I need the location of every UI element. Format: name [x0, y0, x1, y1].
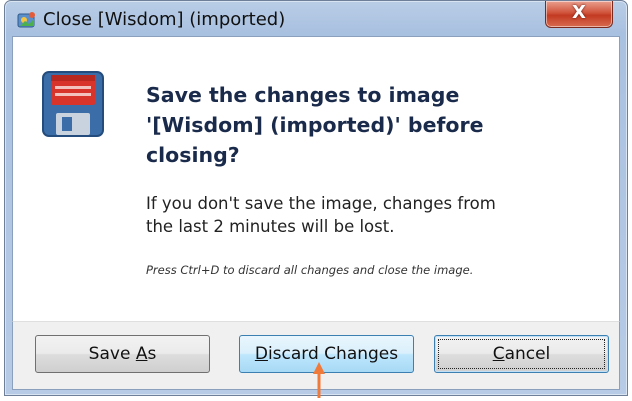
- headline-line: '[Wisdom] (imported)' before: [146, 113, 484, 137]
- discard-changes-button[interactable]: Discard Changes: [239, 335, 414, 373]
- floppy-disk-icon: [42, 71, 104, 137]
- button-label: Save: [88, 344, 136, 364]
- close-icon: X: [572, 2, 586, 23]
- cancel-button[interactable]: Cancel: [434, 335, 609, 373]
- message-line: the last 2 minutes will be lost.: [146, 217, 395, 236]
- button-label: iscard Changes: [267, 344, 399, 364]
- dialog-headline: Save the changes to image '[Wisdom] (imp…: [146, 80, 546, 170]
- window-title: Close [Wisdom] (imported): [43, 9, 286, 30]
- message-line: If you don't save the image, changes fro…: [146, 194, 496, 213]
- button-label: s: [147, 344, 157, 364]
- save-as-button[interactable]: Save As: [35, 335, 210, 373]
- title-bar[interactable]: Close [Wisdom] (imported) X: [5, 1, 627, 37]
- pointer-arrow-icon: [313, 362, 325, 398]
- headline-line: closing?: [146, 143, 240, 167]
- focus-rectangle: [438, 339, 605, 369]
- mnemonic: A: [135, 344, 148, 364]
- dialog-message: If you don't save the image, changes fro…: [146, 192, 586, 238]
- shortcut-hint: Press Ctrl+D to discard all changes and …: [146, 263, 474, 277]
- headline-line: Save the changes to image: [146, 83, 460, 107]
- dialog-window: Close [Wisdom] (imported) X Save the cha…: [4, 0, 628, 396]
- app-icon: [17, 12, 35, 28]
- close-window-button[interactable]: X: [545, 1, 613, 28]
- dialog-content: Save the changes to image '[Wisdom] (imp…: [12, 36, 620, 323]
- mnemonic: D: [254, 344, 268, 364]
